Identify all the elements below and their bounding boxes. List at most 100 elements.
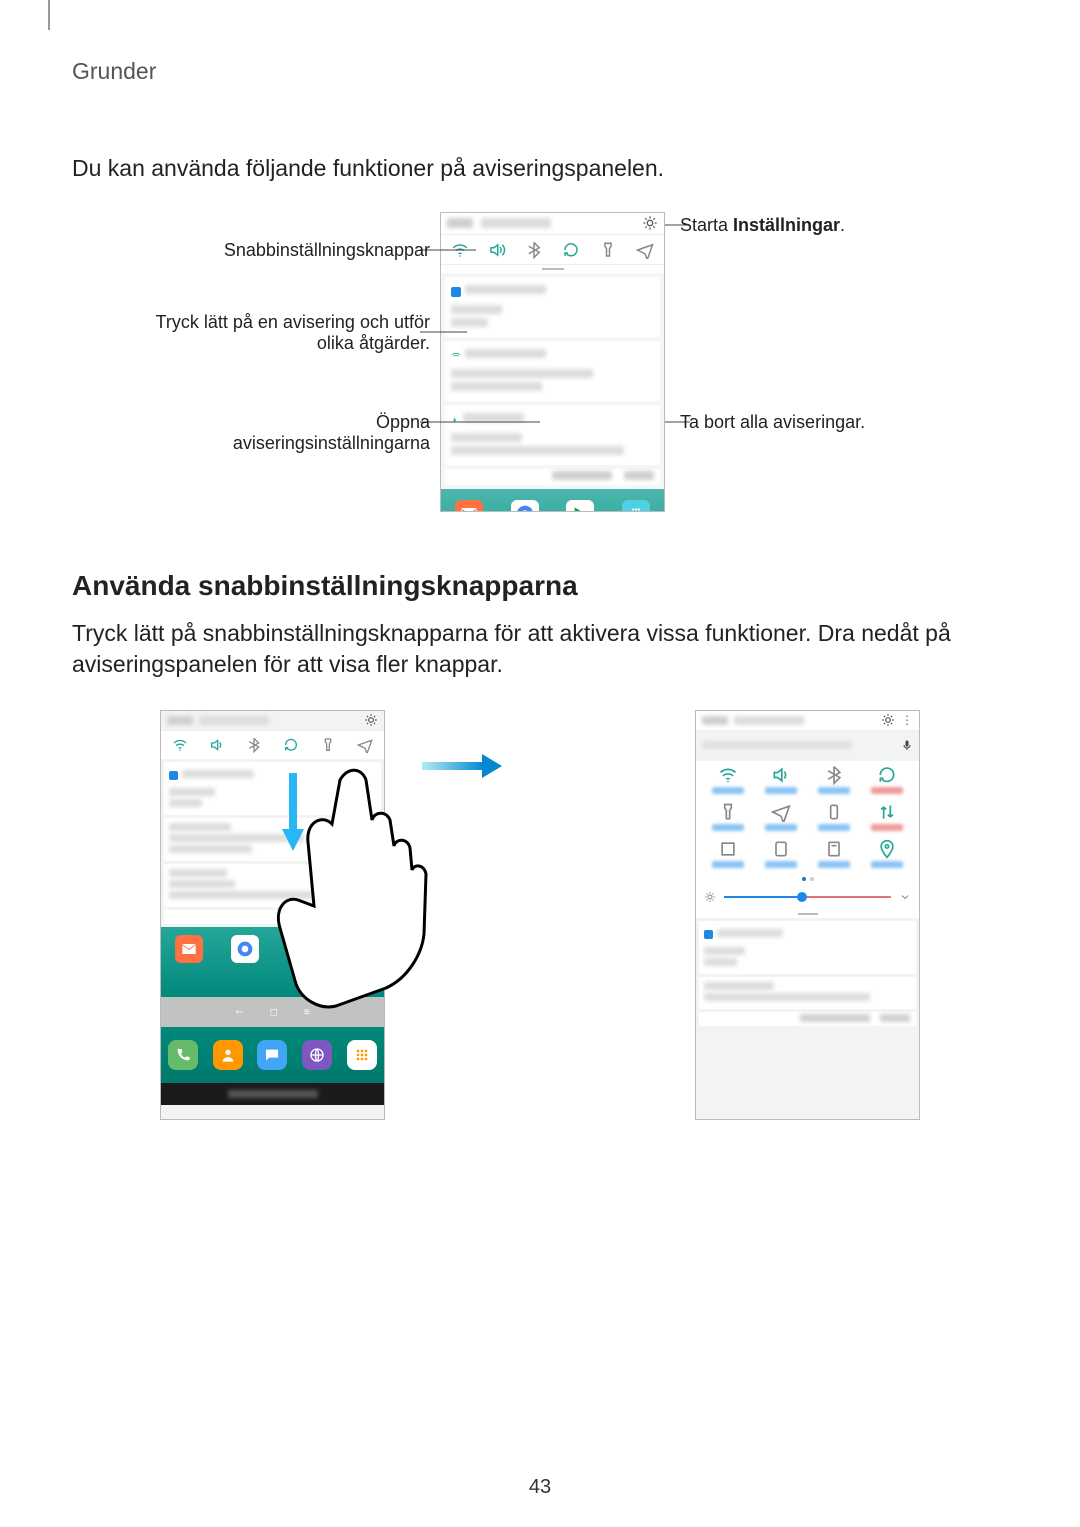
callout-text: . (840, 215, 845, 235)
dock (161, 1027, 384, 1083)
internet-app-icon (302, 1040, 332, 1070)
mic-icon (901, 737, 913, 753)
browser-app-icon (511, 500, 539, 512)
wifi-icon (451, 241, 469, 259)
status-bar (441, 213, 664, 235)
contacts-app-icon (213, 1040, 243, 1070)
status-date-blur (481, 218, 551, 228)
panel-actions-row (445, 469, 660, 485)
messages-app-icon (257, 1040, 287, 1070)
intro-text: Du kan använda följande funktioner på av… (72, 155, 1008, 182)
search-placeholder-blur (702, 741, 852, 749)
notification-item (699, 921, 916, 974)
footer-blur (161, 1083, 384, 1105)
airplane-icon (636, 241, 654, 259)
hotspot-icon (771, 839, 791, 859)
callout-text: Öppna (376, 412, 430, 432)
qs-tile (755, 839, 808, 868)
callout-clear-all: Ta bort alla aviseringar. (680, 412, 865, 433)
block-label-blur (552, 471, 612, 480)
callout-open-settings: Öppna aviseringsinställningarna (233, 412, 430, 454)
mail-app-icon (455, 500, 483, 512)
section-para: Tryck lätt på snabbinställningsknapparna… (72, 618, 1008, 680)
sound-icon (771, 765, 791, 785)
qs-tile (755, 765, 808, 794)
callout-text: olika åtgärder. (317, 333, 430, 353)
rotate-icon (562, 241, 580, 259)
rotate-icon (283, 737, 299, 753)
play-store-icon (566, 500, 594, 512)
brightness-icon (704, 891, 716, 903)
page-dots (696, 874, 919, 884)
system-icon (451, 351, 461, 361)
home-background-strip: ▪▪▪▪▪▪ (441, 489, 664, 512)
search-row (702, 735, 913, 757)
notification-item (164, 818, 381, 861)
folder-icon: ▪▪▪▪▪▪ (344, 935, 370, 961)
figure-notification-panel: ▪▪▪▪▪▪ Snabbinställningsknappar Tryck lä… (110, 212, 970, 522)
brightness-slider (696, 884, 919, 910)
drag-handle (696, 910, 919, 918)
transition-arrow-icon (422, 754, 502, 778)
phone-mock-collapsed: ▪▪▪▪▪▪ ⇽◻≡ (160, 710, 385, 1120)
slider-track (724, 896, 891, 898)
bluetooth-icon (246, 737, 262, 753)
mobile-data-icon (877, 802, 897, 822)
callout-text: Starta (680, 215, 733, 235)
callout-text: aviseringsinställningarna (233, 433, 430, 453)
power-saving-icon (824, 802, 844, 822)
drag-handle (441, 265, 664, 273)
phone-app-icon (168, 1040, 198, 1070)
section-heading: Använda snabbinställningsknapparna (72, 570, 1008, 602)
callout-text: Tryck lätt på en avisering och utför (156, 312, 430, 332)
panel-actions-row (164, 910, 381, 924)
qs-tile (808, 765, 861, 794)
notification-item (164, 864, 381, 907)
bluetooth-icon (525, 241, 543, 259)
qs-tile (755, 802, 808, 831)
phone-mock-panel: ▪▪▪▪▪▪ (440, 212, 665, 512)
callout-text-bold: Inställningar (733, 215, 840, 235)
chevron-down-icon (899, 891, 911, 903)
quick-settings-grid (696, 761, 919, 874)
top-left-rule (48, 0, 50, 30)
qs-tile (860, 839, 913, 868)
notification-item (445, 405, 660, 465)
play-store-icon (288, 935, 316, 963)
rotate-icon (877, 765, 897, 785)
gear-icon (881, 713, 895, 727)
bluetooth-icon (824, 765, 844, 785)
home-background: ▪▪▪▪▪▪ (161, 927, 384, 997)
notification-item (445, 341, 660, 401)
nav-bar: ⇽◻≡ (161, 997, 384, 1027)
blue-light-icon (718, 839, 738, 859)
qs-tile (808, 839, 861, 868)
calendar-icon (451, 287, 461, 297)
callout-tap-notification: Tryck lätt på en avisering och utför oli… (156, 312, 430, 354)
airplane-icon (357, 737, 373, 753)
browser-app-icon (231, 935, 259, 963)
flashlight-icon (599, 241, 617, 259)
location-icon (877, 839, 897, 859)
clear-label-blur (624, 471, 654, 480)
phone-mock-expanded: ⋮ (695, 710, 920, 1120)
swipe-down-arrow-icon (278, 773, 308, 853)
wifi-icon (172, 737, 188, 753)
gear-icon (642, 215, 658, 231)
sound-icon (209, 737, 225, 753)
status-bar (161, 711, 384, 731)
notification-item (445, 277, 660, 337)
mail-app-icon (175, 935, 203, 963)
folder-icon: ▪▪▪▪▪▪ (622, 500, 650, 512)
figure-expand-panel: ▪▪▪▪▪▪ ⇽◻≡ (160, 710, 920, 1130)
bolt-icon (451, 415, 459, 425)
more-icon: ⋮ (901, 713, 913, 727)
callout-start-settings: Starta Inställningar. (680, 215, 845, 236)
running-header: Grunder (72, 58, 1008, 85)
flashlight-icon (320, 737, 336, 753)
airplane-icon (771, 802, 791, 822)
qs-tile (860, 802, 913, 831)
qs-tile (702, 802, 755, 831)
sound-icon (488, 241, 506, 259)
slider-thumb (797, 892, 807, 902)
